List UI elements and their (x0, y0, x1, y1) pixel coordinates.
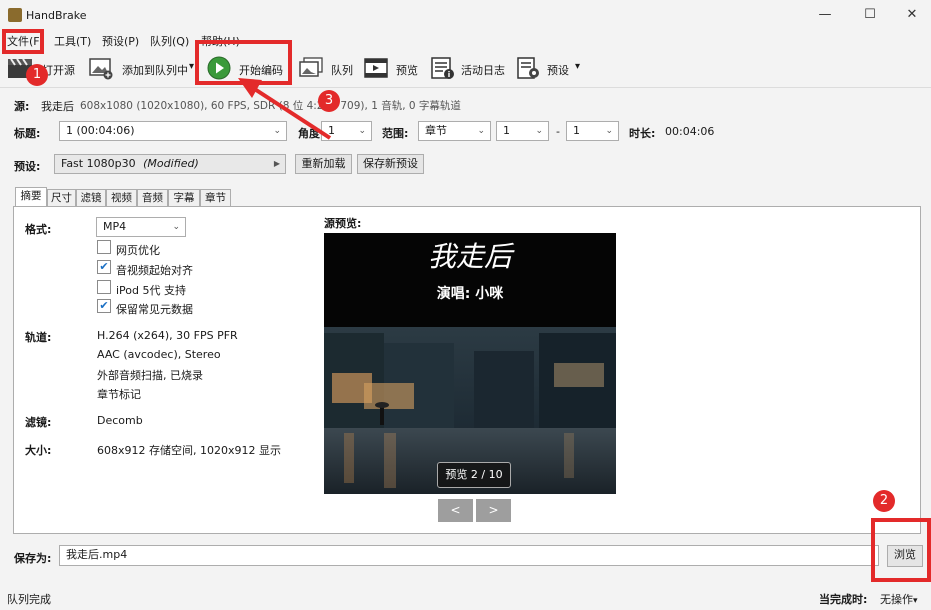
web-optimize-checkbox[interactable] (97, 240, 111, 254)
web-optimize-label: 网页优化 (116, 244, 160, 257)
range-separator: - (556, 125, 560, 138)
presets-button[interactable] (516, 56, 542, 80)
tab-dimensions[interactable]: 尺寸 (47, 189, 76, 207)
chevron-down-icon: ⌄ (535, 126, 543, 136)
tab-chapters[interactable]: 章节 (200, 189, 231, 207)
filters-value: Decomb (97, 414, 143, 427)
metadata-checkbox[interactable]: ✔ (97, 299, 111, 313)
title-label: 标题: (14, 127, 41, 140)
source-preview-image: 我走后 演唱: 小咪 预览 2 / 10 (324, 233, 616, 494)
annotation-arrow (238, 78, 332, 140)
preset-label: 预设: (14, 160, 41, 173)
preset-modified: (Modified) (143, 157, 199, 170)
add-to-queue-label[interactable]: 添加到队列中 (122, 62, 188, 78)
source-name: 我走后 (41, 100, 74, 113)
add-queue-dropdown-icon[interactable]: ▾ (189, 61, 194, 72)
annotation-2: 2 (873, 490, 895, 512)
chevron-right-icon: ▶ (273, 159, 280, 168)
filters-label: 滤镜: (25, 416, 52, 429)
metadata-label: 保留常见元数据 (116, 303, 193, 316)
ipod-support-checkbox[interactable] (97, 280, 111, 294)
range-type-value: 章节 (425, 124, 447, 137)
highlight-browse (871, 518, 931, 582)
save-path-input[interactable]: 我走后.mp4 (59, 545, 879, 566)
range-start-value: 1 (503, 124, 510, 137)
title-select-value: 1 (00:04:06) (66, 124, 135, 137)
size-value: 608x912 存储空间, 1020x912 显示 (97, 444, 281, 457)
log-info-icon (431, 57, 454, 79)
menu-presets[interactable]: 预设(P) (102, 33, 139, 49)
preview-counter: 预览 2 / 10 (437, 462, 511, 488)
checkmark-icon: ✔ (99, 299, 109, 312)
tab-audio[interactable]: 音频 (137, 189, 168, 207)
track-video: H.264 (x264), 30 FPS PFR (97, 329, 238, 342)
format-select[interactable]: MP4 ⌄ (96, 217, 186, 237)
range-label: 范围: (382, 127, 409, 140)
range-end-select[interactable]: 1 ⌄ (566, 121, 619, 141)
preview-label: 源预览: (324, 217, 362, 230)
status-text: 队列完成 (7, 593, 51, 606)
save-as-label: 保存为: (14, 552, 52, 565)
chevron-down-icon: ⌄ (605, 126, 613, 136)
menu-queue[interactable]: 队列(Q) (150, 33, 189, 49)
preview-label[interactable]: 预览 (396, 62, 418, 78)
duration-value: 00:04:06 (665, 125, 715, 138)
activity-log-label[interactable]: 活动日志 (461, 62, 505, 78)
close-button[interactable]: ✕ (903, 6, 921, 24)
menu-tools[interactable]: 工具(T) (54, 33, 91, 49)
preview-song-title: 我走后 (427, 240, 512, 273)
track-chapters: 章节标记 (97, 388, 141, 401)
when-done-select[interactable]: 无操作▾ (880, 591, 918, 607)
preview-button[interactable] (363, 56, 389, 80)
source-label: 源: (14, 100, 30, 113)
preset-value: Fast 1080p30 (61, 157, 136, 170)
track-audio: AAC (avcodec), Stereo (97, 348, 221, 361)
image-add-icon (89, 58, 113, 80)
range-start-select[interactable]: 1 ⌄ (496, 121, 549, 141)
maximize-button[interactable]: ☐ (861, 6, 879, 24)
preview-singer: 演唱: 小咪 (436, 286, 504, 302)
track-external-audio: 外部音频扫描, 已烧录 (97, 369, 203, 382)
size-label: 大小: (25, 444, 52, 457)
status-bar (0, 587, 931, 610)
preview-prev-button[interactable]: < (438, 499, 473, 522)
tab-subtitles[interactable]: 字幕 (168, 189, 200, 207)
handbrake-app-icon (8, 8, 22, 22)
align-av-checkbox[interactable]: ✔ (97, 260, 111, 274)
when-done-label: 当完成时: (819, 593, 868, 606)
preview-next-button[interactable]: > (476, 499, 511, 522)
chevron-down-icon: ⌄ (358, 126, 366, 136)
tab-video[interactable]: 视频 (106, 189, 137, 207)
preset-select[interactable]: Fast 1080p30 (Modified) ▶ (54, 154, 286, 174)
preset-gear-icon (517, 57, 539, 79)
add-to-queue-button[interactable] (88, 56, 114, 80)
checkmark-icon: ✔ (99, 260, 109, 273)
window-title: HandBrake (26, 9, 87, 22)
format-label: 格式: (25, 223, 52, 236)
reload-preset-button[interactable]: 重新加载 (295, 154, 352, 174)
range-end-value: 1 (573, 124, 580, 137)
presets-label[interactable]: 预设 (547, 62, 569, 78)
range-type-select[interactable]: 章节 ⌄ (418, 121, 491, 141)
highlight-file-menu (2, 29, 44, 54)
chevron-down-icon: ⌄ (172, 222, 180, 232)
tab-summary[interactable]: 摘要 (15, 187, 47, 207)
duration-label: 时长: (629, 127, 656, 140)
minimize-button[interactable]: — (816, 6, 834, 24)
chevron-down-icon: ▾ (913, 596, 918, 606)
save-new-preset-button[interactable]: 保存新预设 (357, 154, 424, 174)
tracks-label: 轨道: (25, 331, 52, 344)
chevron-down-icon: ⌄ (477, 126, 485, 136)
menu-bar (0, 30, 931, 50)
ipod-support-label: iPod 5代 支持 (116, 284, 187, 297)
align-av-label: 音视频起始对齐 (116, 264, 193, 277)
presets-dropdown-icon[interactable]: ▾ (575, 61, 580, 72)
annotation-1: 1 (26, 64, 48, 86)
when-done-value: 无操作 (880, 593, 913, 606)
tab-filters[interactable]: 滤镜 (76, 189, 106, 207)
title-bar (0, 0, 931, 30)
format-value: MP4 (103, 220, 127, 233)
activity-log-button[interactable] (430, 56, 456, 80)
film-play-icon (364, 58, 388, 78)
